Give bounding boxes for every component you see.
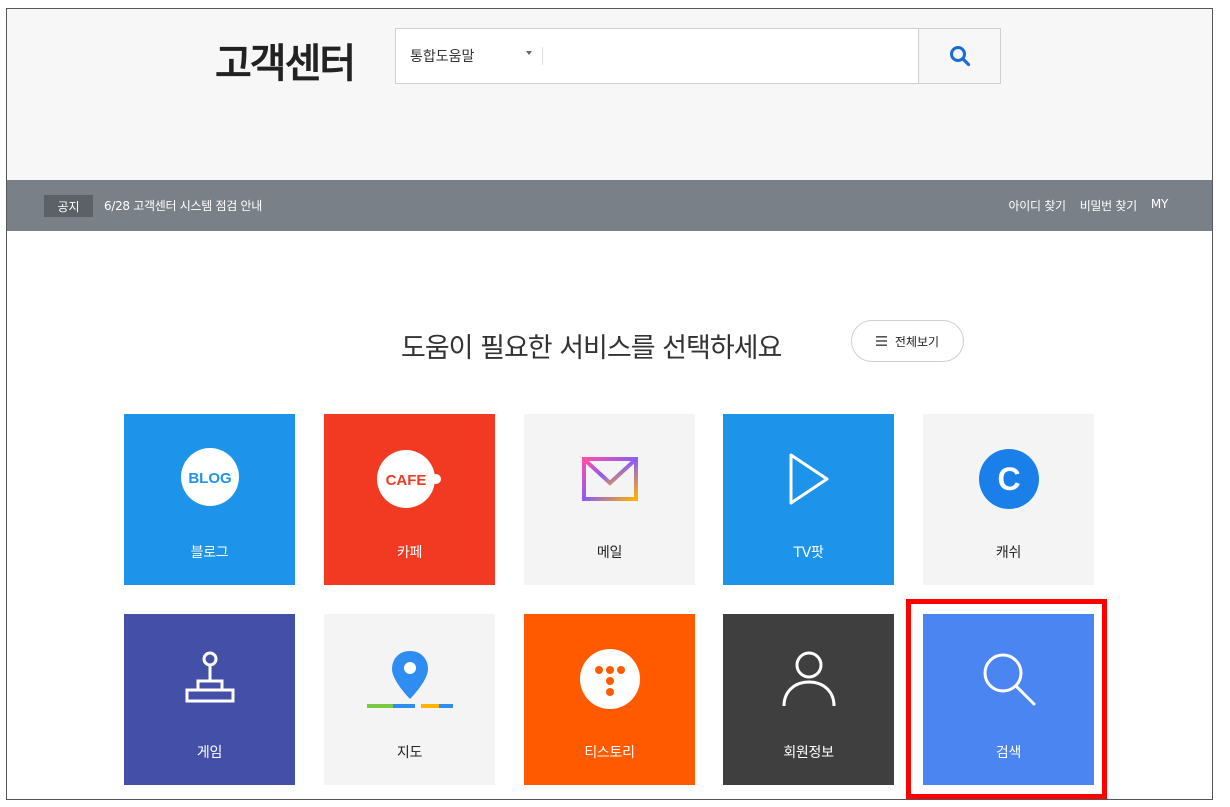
page-title[interactable]: 고객센터 bbox=[215, 31, 356, 89]
tile-label: 회원정보 bbox=[783, 745, 834, 761]
mail-icon bbox=[581, 457, 638, 501]
divider bbox=[542, 47, 543, 65]
my-link[interactable]: MY bbox=[1151, 197, 1168, 214]
find-id-link[interactable]: 아이디 찾기 bbox=[1008, 197, 1066, 214]
highlight-box bbox=[906, 599, 1107, 799]
tile-label: TV팟 bbox=[793, 545, 824, 561]
user-icon bbox=[782, 651, 835, 707]
tile-label: 게임 bbox=[196, 745, 223, 761]
search-scope-select[interactable]: 통합도움말 bbox=[396, 29, 542, 83]
notice-bar: 공지 6/28 고객센터 시스템 점검 안내 아이디 찾기 비밀번 찾기 MY bbox=[7, 180, 1212, 231]
map-pin-icon bbox=[366, 651, 453, 708]
cash-icon: C bbox=[978, 449, 1039, 509]
tistory-icon bbox=[579, 649, 640, 709]
header: 고객센터 통합도움말 bbox=[7, 9, 1212, 180]
search-scope-label: 통합도움말 bbox=[410, 49, 475, 65]
service-tile-cash[interactable]: C 캐쉬 bbox=[923, 414, 1094, 585]
page-frame: 고객센터 통합도움말 공지 6/28 고객센터 시스템 점검 안내 아이디 찾기… bbox=[6, 8, 1213, 800]
service-tile-blog[interactable]: BLOG 블로그 bbox=[124, 414, 295, 585]
notice-link[interactable]: 6/28 고객센터 시스템 점검 안내 bbox=[104, 197, 262, 214]
blog-icon: BLOG bbox=[180, 448, 239, 506]
search-input[interactable] bbox=[546, 37, 906, 75]
cafe-badge-text: CAFE bbox=[385, 472, 426, 489]
service-tile-cafe[interactable]: CAFE 카페 bbox=[324, 414, 495, 585]
tile-label: 지도 bbox=[396, 745, 423, 761]
svg-text:C: C bbox=[997, 461, 1020, 497]
notice-tag: 공지 bbox=[44, 195, 93, 217]
tile-label: 캐쉬 bbox=[995, 545, 1022, 561]
tile-label: 티스토리 bbox=[584, 745, 635, 761]
tile-label: 메일 bbox=[596, 545, 623, 561]
view-all-label: 전체보기 bbox=[894, 334, 940, 349]
service-tile-tistory[interactable]: 티스토리 bbox=[524, 614, 695, 785]
search-button[interactable] bbox=[918, 29, 1000, 83]
section-heading: 도움이 필요한 서비스를 선택하세요 bbox=[401, 333, 782, 364]
caret-down-icon bbox=[526, 51, 532, 55]
joystick-icon bbox=[185, 651, 234, 703]
service-tile-map[interactable]: 지도 bbox=[324, 614, 495, 785]
play-icon bbox=[789, 453, 828, 505]
tile-label: 블로그 bbox=[190, 545, 229, 561]
blog-badge-text: BLOG bbox=[188, 470, 231, 487]
service-tile-account[interactable]: 회원정보 bbox=[723, 614, 894, 785]
service-tile-mail[interactable]: 메일 bbox=[524, 414, 695, 585]
cafe-icon: CAFE bbox=[376, 450, 441, 508]
view-all-button[interactable]: 전체보기 bbox=[851, 320, 964, 362]
find-password-link[interactable]: 비밀번 찾기 bbox=[1080, 197, 1138, 214]
search-box: 통합도움말 bbox=[395, 28, 1001, 84]
search-icon bbox=[949, 46, 970, 67]
tile-label: 카페 bbox=[396, 545, 423, 561]
menu-icon bbox=[875, 336, 887, 346]
service-tile-game[interactable]: 게임 bbox=[124, 614, 295, 785]
utility-links: 아이디 찾기 비밀번 찾기 MY bbox=[1008, 197, 1168, 214]
service-tile-tvpot[interactable]: TV팟 bbox=[723, 414, 894, 585]
